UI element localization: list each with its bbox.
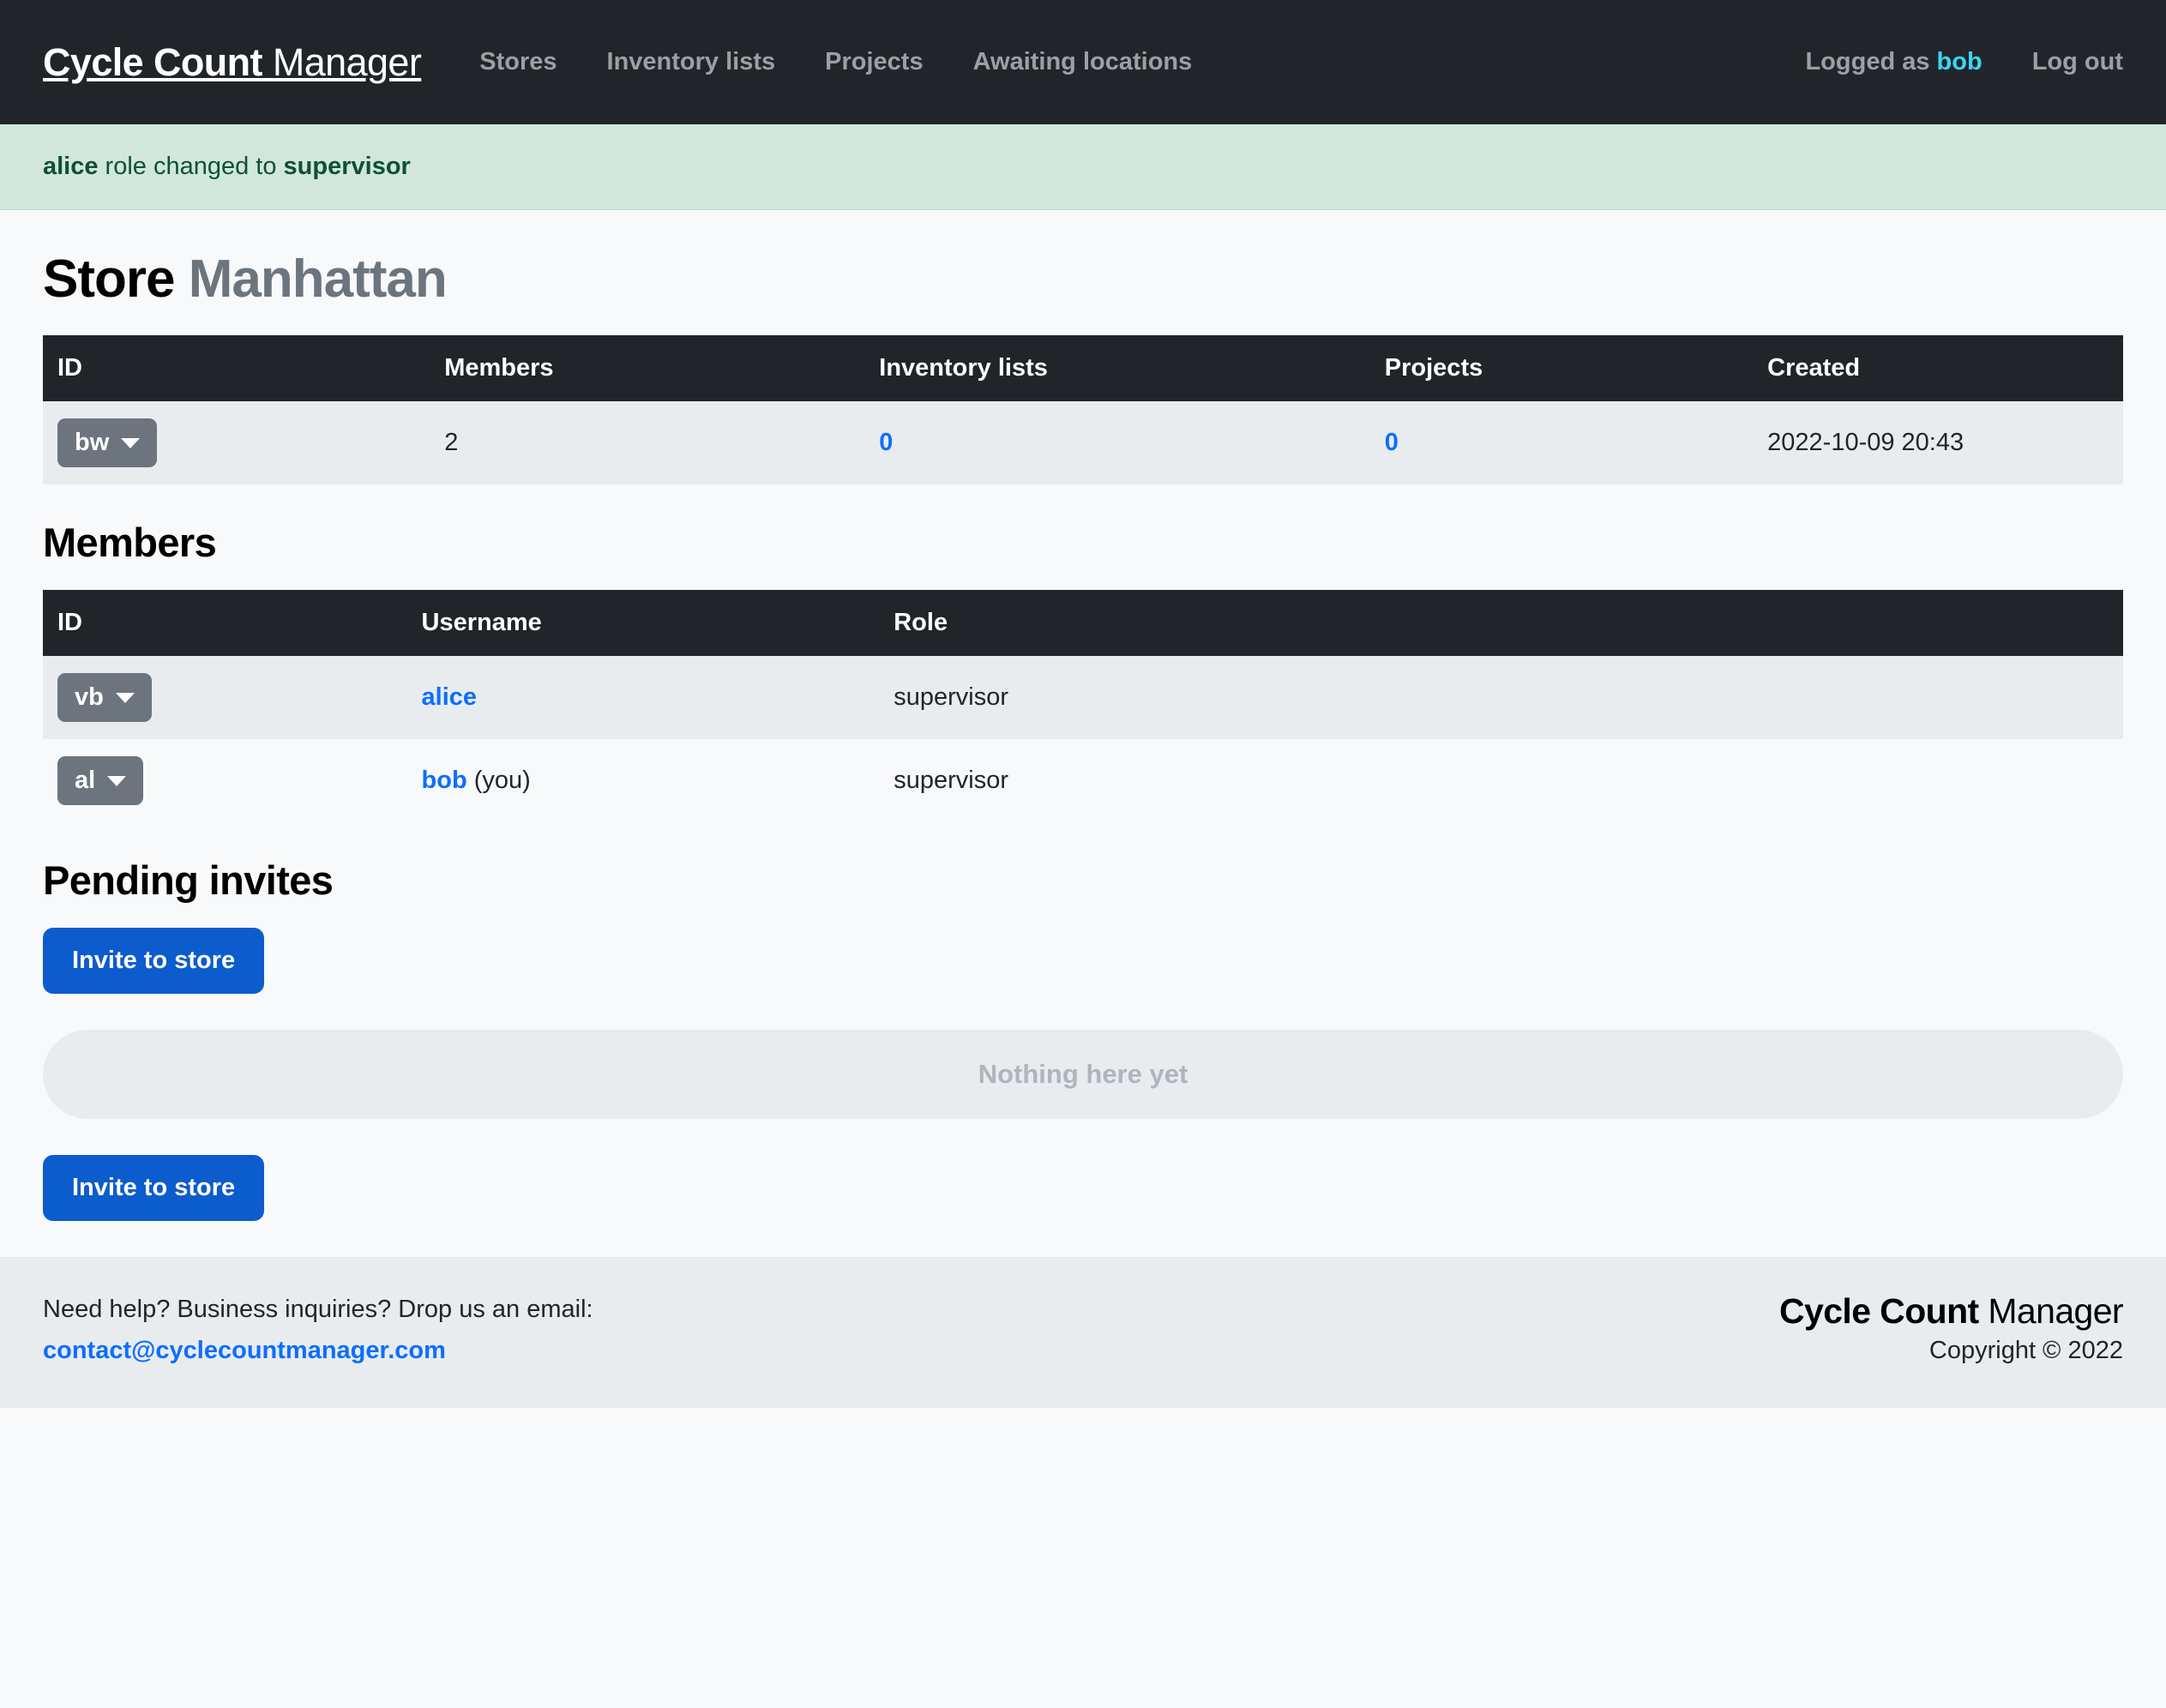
col-header-role: Role <box>879 590 2123 656</box>
logout-link[interactable]: Log out <box>2032 48 2123 76</box>
logged-as-label: Logged as bob <box>1805 48 1982 76</box>
nav-item-awaiting-locations[interactable]: Awaiting locations <box>973 48 1193 76</box>
nav-item-inventory-lists[interactable]: Inventory lists <box>607 48 776 76</box>
flash-alert: alice role changed to supervisor <box>0 124 2166 210</box>
alert-subject: alice <box>43 153 99 180</box>
store-inventory-lists-cell: 0 <box>864 401 1370 484</box>
projects-count-link[interactable]: 0 <box>1385 429 1399 456</box>
brand-light: Manager <box>262 39 422 84</box>
invite-to-store-button-bottom[interactable]: Invite to store <box>43 1155 265 1221</box>
member-id-dropdown-button[interactable]: vb <box>57 673 152 722</box>
page-title-strong: Store <box>43 250 175 309</box>
footer-brand-light: Manager <box>1978 1291 2123 1331</box>
footer-help-text: Need help? Business inquiries? Drop us a… <box>43 1296 593 1323</box>
member-username-link[interactable]: bob <box>422 767 467 794</box>
col-header-id: ID <box>43 335 430 401</box>
footer-brand-strong: Cycle Count <box>1778 1291 1979 1331</box>
col-header-username: Username <box>406 590 880 656</box>
member-role: supervisor <box>893 683 1009 711</box>
member-username-cell: bob (you) <box>407 739 880 822</box>
member-id-label: vb <box>75 683 104 711</box>
member-username-cell: alice <box>407 656 880 739</box>
footer-email-link[interactable]: contact@cyclecountmanager.com <box>43 1332 593 1368</box>
members-table: ID Username Role vb alice supervisor al … <box>43 590 2123 822</box>
member-id-cell: vb <box>43 656 407 739</box>
col-header-inventory-lists: Inventory lists <box>864 335 1370 401</box>
alert-middle: role changed to <box>98 153 284 180</box>
footer-copyright: Copyright © 2022 <box>1928 1337 2123 1364</box>
logged-as-prefix: Logged as <box>1805 48 1937 75</box>
top-navbar: Cycle Count Manager Stores Inventory lis… <box>0 0 2166 124</box>
member-id-label: al <box>75 767 96 794</box>
member-role: supervisor <box>893 767 1009 794</box>
member-id-dropdown-button[interactable]: al <box>57 756 144 805</box>
inventory-lists-count-link[interactable]: 0 <box>879 429 893 456</box>
table-header-row: ID Members Inventory lists Projects Crea… <box>43 335 2123 401</box>
empty-state-text: Nothing here yet <box>978 1059 1188 1089</box>
pending-invites-title: Pending invites <box>43 857 334 903</box>
col-header-created: Created <box>1753 335 2123 401</box>
footer-brand: Cycle Count Manager <box>1778 1291 2124 1332</box>
nav-item-stores[interactable]: Stores <box>479 48 557 76</box>
page-footer: Need help? Business inquiries? Drop us a… <box>0 1257 2166 1409</box>
alert-value: supervisor <box>283 153 411 180</box>
table-row: bw 2 0 0 2022-10-09 20:43 <box>43 401 2123 484</box>
store-id-label: bw <box>75 429 110 456</box>
store-id-dropdown-button[interactable]: bw <box>57 418 158 467</box>
col-header-member-id: ID <box>43 590 407 656</box>
table-row: al bob (you) supervisor <box>43 739 2123 822</box>
footer-contact-block: Need help? Business inquiries? Drop us a… <box>43 1291 593 1368</box>
chevron-down-icon <box>121 437 141 448</box>
brand-logo[interactable]: Cycle Count Manager <box>43 39 422 85</box>
chevron-down-icon <box>107 775 127 786</box>
col-header-projects: Projects <box>1369 335 1754 401</box>
brand-strong: Cycle Count <box>43 39 263 84</box>
nav-links: Stores Inventory lists Projects Awaiting… <box>479 48 1192 76</box>
store-summary-table: ID Members Inventory lists Projects Crea… <box>43 335 2123 484</box>
member-id-cell: al <box>43 739 407 822</box>
footer-brand-block: Cycle Count Manager Copyright © 2022 <box>1778 1291 2124 1365</box>
chevron-down-icon <box>115 692 135 703</box>
bottom-spacer <box>43 1221 2123 1257</box>
store-members-count: 2 <box>444 429 459 456</box>
member-username-suffix: (you) <box>466 767 531 794</box>
members-section-title: Members <box>43 520 217 565</box>
logged-as-username[interactable]: bob <box>1937 48 1982 75</box>
page-content: Store Manhattan ID Members Inventory lis… <box>0 249 2166 1257</box>
nav-right-group: Logged as bob Log out <box>1805 48 2123 76</box>
col-header-members: Members <box>430 335 865 401</box>
page-title-store-name: Manhattan <box>188 250 448 309</box>
store-projects-cell: 0 <box>1370 401 1753 484</box>
page-title: Store Manhattan <box>43 249 2123 310</box>
member-username-link[interactable]: alice <box>422 683 478 711</box>
nav-item-projects[interactable]: Projects <box>825 48 923 76</box>
table-row: vb alice supervisor <box>43 656 2123 739</box>
store-created-date: 2022-10-09 20:43 <box>1767 429 1964 456</box>
invite-to-store-button-top[interactable]: Invite to store <box>43 928 265 994</box>
store-id-cell: bw <box>43 401 430 484</box>
table-header-row: ID Username Role <box>43 590 2123 656</box>
pending-invites-empty-state: Nothing here yet <box>43 1030 2123 1119</box>
